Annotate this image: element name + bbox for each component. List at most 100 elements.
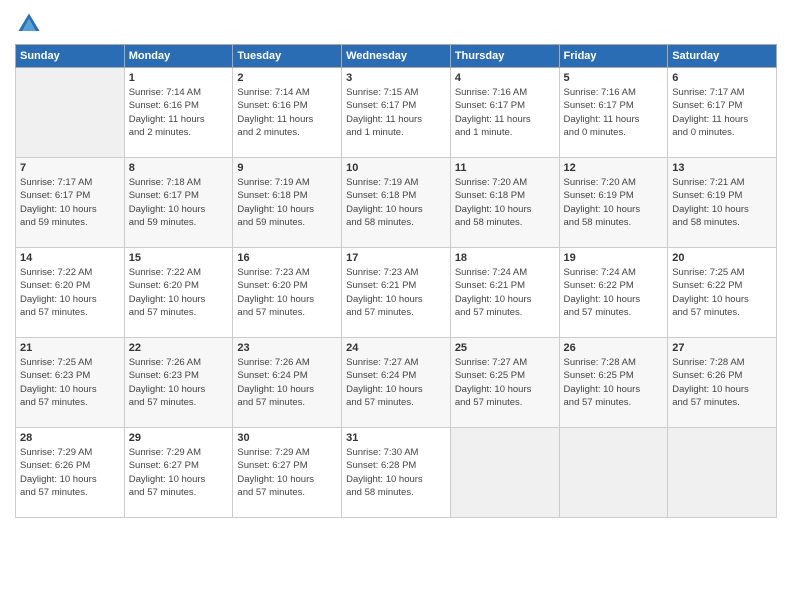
day-info: Sunrise: 7:28 AM Sunset: 6:25 PM Dayligh… — [564, 356, 664, 409]
day-info: Sunrise: 7:17 AM Sunset: 6:17 PM Dayligh… — [672, 86, 772, 139]
day-cell: 7Sunrise: 7:17 AM Sunset: 6:17 PM Daylig… — [16, 158, 125, 248]
day-cell: 1Sunrise: 7:14 AM Sunset: 6:16 PM Daylig… — [124, 68, 233, 158]
day-cell: 9Sunrise: 7:19 AM Sunset: 6:18 PM Daylig… — [233, 158, 342, 248]
day-cell: 13Sunrise: 7:21 AM Sunset: 6:19 PM Dayli… — [668, 158, 777, 248]
day-cell: 3 Sunrise: 7:15 AM Sunset: 6:17 PM Daylig… — [342, 68, 451, 158]
day-cell: 19Sunrise: 7:24 AM Sunset: 6:22 PM Dayli… — [559, 248, 668, 338]
day-cell: 11 Sunrise: 7:20 AM Sunset: 6:18 PM Dayli… — [450, 158, 559, 248]
day-cell — [559, 428, 668, 518]
day-number: 5 — [564, 72, 664, 84]
day-info: Sunrise: 7:28 AM Sunset: 6:26 PM Dayligh… — [672, 356, 772, 409]
week-row-2: 7Sunrise: 7:17 AM Sunset: 6:17 PM Daylig… — [16, 158, 777, 248]
day-cell: 17Sunrise: 7:23 AM Sunset: 6:21 PM Dayli… — [342, 248, 451, 338]
day-number: 7 — [20, 162, 120, 174]
day-number: 2 — [237, 72, 337, 84]
header-cell-saturday: Saturday — [668, 45, 777, 68]
day-info: Sunrise: 7:26 AM Sunset: 6:23 PM Dayligh… — [129, 356, 229, 409]
header-cell-tuesday: Tuesday — [233, 45, 342, 68]
day-number: 10 — [346, 162, 446, 174]
day-cell: 10 Sunrise: 7:19 AM Sunset: 6:18 PM Dayli… — [342, 158, 451, 248]
day-number: 18 — [455, 252, 555, 264]
day-cell — [450, 428, 559, 518]
logo-icon — [15, 10, 43, 38]
day-cell: 20Sunrise: 7:25 AM Sunset: 6:22 PM Dayli… — [668, 248, 777, 338]
day-number: 22 — [129, 342, 229, 354]
calendar-table: SundayMondayTuesdayWednesdayThursdayFrid… — [15, 44, 777, 518]
day-number: 16 — [237, 252, 337, 264]
day-info: Sunrise: 7:16 AM Sunset: 6:17 PM Dayligh… — [564, 86, 664, 139]
day-number: 28 — [20, 432, 120, 444]
day-cell: 24 Sunrise: 7:27 AM Sunset: 6:24 PM Dayli… — [342, 338, 451, 428]
day-number: 8 — [129, 162, 229, 174]
day-info: Sunrise: 7:22 AM Sunset: 6:20 PM Dayligh… — [20, 266, 120, 319]
day-cell: 15 Sunrise: 7:22 AM Sunset: 6:20 PM Dayli… — [124, 248, 233, 338]
day-cell: 23 Sunrise: 7:26 AM Sunset: 6:24 PM Dayli… — [233, 338, 342, 428]
day-cell: 31 Sunrise: 7:30 AM Sunset: 6:28 PM Dayli… — [342, 428, 451, 518]
day-number: 4 — [455, 72, 555, 84]
day-info: Sunrise: 7:27 AM Sunset: 6:24 PM Dayligh… — [346, 356, 446, 409]
day-info: Sunrise: 7:20 AM Sunset: 6:19 PM Dayligh… — [564, 176, 664, 229]
day-info: Sunrise: 7:30 AM Sunset: 6:28 PM Dayligh… — [346, 446, 446, 499]
header-cell-wednesday: Wednesday — [342, 45, 451, 68]
day-number: 12 — [564, 162, 664, 174]
day-cell: 12 Sunrise: 7:20 AM Sunset: 6:19 PM Dayli… — [559, 158, 668, 248]
day-info: Sunrise: 7:23 AM Sunset: 6:20 PM Dayligh… — [237, 266, 337, 319]
day-cell: 4Sunrise: 7:16 AM Sunset: 6:17 PM Daylig… — [450, 68, 559, 158]
day-info: Sunrise: 7:14 AM Sunset: 6:16 PM Dayligh… — [129, 86, 229, 139]
day-info: Sunrise: 7:20 AM Sunset: 6:18 PM Dayligh… — [455, 176, 555, 229]
day-cell: 29 Sunrise: 7:29 AM Sunset: 6:27 PM Dayli… — [124, 428, 233, 518]
day-cell: 21 Sunrise: 7:25 AM Sunset: 6:23 PM Dayli… — [16, 338, 125, 428]
header-row: SundayMondayTuesdayWednesdayThursdayFrid… — [16, 45, 777, 68]
day-number: 17 — [346, 252, 446, 264]
day-info: Sunrise: 7:29 AM Sunset: 6:26 PM Dayligh… — [20, 446, 120, 499]
day-number: 13 — [672, 162, 772, 174]
day-number: 26 — [564, 342, 664, 354]
day-cell: 30 Sunrise: 7:29 AM Sunset: 6:27 PM Dayli… — [233, 428, 342, 518]
day-cell: 5 Sunrise: 7:16 AM Sunset: 6:17 PM Daylig… — [559, 68, 668, 158]
day-info: Sunrise: 7:19 AM Sunset: 6:18 PM Dayligh… — [237, 176, 337, 229]
day-info: Sunrise: 7:29 AM Sunset: 6:27 PM Dayligh… — [237, 446, 337, 499]
day-info: Sunrise: 7:29 AM Sunset: 6:27 PM Dayligh… — [129, 446, 229, 499]
week-row-3: 14 Sunrise: 7:22 AM Sunset: 6:20 PM Dayli… — [16, 248, 777, 338]
day-number: 30 — [237, 432, 337, 444]
day-number: 29 — [129, 432, 229, 444]
header-cell-friday: Friday — [559, 45, 668, 68]
week-row-5: 28 Sunrise: 7:29 AM Sunset: 6:26 PM Dayli… — [16, 428, 777, 518]
week-row-4: 21 Sunrise: 7:25 AM Sunset: 6:23 PM Dayli… — [16, 338, 777, 428]
header-cell-monday: Monday — [124, 45, 233, 68]
day-info: Sunrise: 7:18 AM Sunset: 6:17 PM Dayligh… — [129, 176, 229, 229]
day-number: 11 — [455, 162, 555, 174]
day-number: 14 — [20, 252, 120, 264]
day-cell: 2 Sunrise: 7:14 AM Sunset: 6:16 PM Daylig… — [233, 68, 342, 158]
day-number: 21 — [20, 342, 120, 354]
day-cell — [668, 428, 777, 518]
header-cell-thursday: Thursday — [450, 45, 559, 68]
day-info: Sunrise: 7:26 AM Sunset: 6:24 PM Dayligh… — [237, 356, 337, 409]
day-number: 6 — [672, 72, 772, 84]
day-number: 23 — [237, 342, 337, 354]
page-container: SundayMondayTuesdayWednesdayThursdayFrid… — [0, 0, 792, 528]
day-info: Sunrise: 7:25 AM Sunset: 6:22 PM Dayligh… — [672, 266, 772, 319]
day-number: 24 — [346, 342, 446, 354]
week-row-1: 1Sunrise: 7:14 AM Sunset: 6:16 PM Daylig… — [16, 68, 777, 158]
day-cell: 26 Sunrise: 7:28 AM Sunset: 6:25 PM Dayli… — [559, 338, 668, 428]
day-info: Sunrise: 7:14 AM Sunset: 6:16 PM Dayligh… — [237, 86, 337, 139]
day-info: Sunrise: 7:24 AM Sunset: 6:22 PM Dayligh… — [564, 266, 664, 319]
day-number: 27 — [672, 342, 772, 354]
day-number: 25 — [455, 342, 555, 354]
day-cell: 6 Sunrise: 7:17 AM Sunset: 6:17 PM Daylig… — [668, 68, 777, 158]
day-info: Sunrise: 7:19 AM Sunset: 6:18 PM Dayligh… — [346, 176, 446, 229]
day-info: Sunrise: 7:24 AM Sunset: 6:21 PM Dayligh… — [455, 266, 555, 319]
day-cell: 25Sunrise: 7:27 AM Sunset: 6:25 PM Dayli… — [450, 338, 559, 428]
day-cell: 8 Sunrise: 7:18 AM Sunset: 6:17 PM Daylig… — [124, 158, 233, 248]
day-number: 15 — [129, 252, 229, 264]
day-info: Sunrise: 7:15 AM Sunset: 6:17 PM Dayligh… — [346, 86, 446, 139]
day-number: 31 — [346, 432, 446, 444]
day-info: Sunrise: 7:22 AM Sunset: 6:20 PM Dayligh… — [129, 266, 229, 319]
day-number: 3 — [346, 72, 446, 84]
day-cell — [16, 68, 125, 158]
day-cell: 14 Sunrise: 7:22 AM Sunset: 6:20 PM Dayli… — [16, 248, 125, 338]
day-cell: 27 Sunrise: 7:28 AM Sunset: 6:26 PM Dayli… — [668, 338, 777, 428]
day-info: Sunrise: 7:25 AM Sunset: 6:23 PM Dayligh… — [20, 356, 120, 409]
logo — [15, 10, 47, 38]
